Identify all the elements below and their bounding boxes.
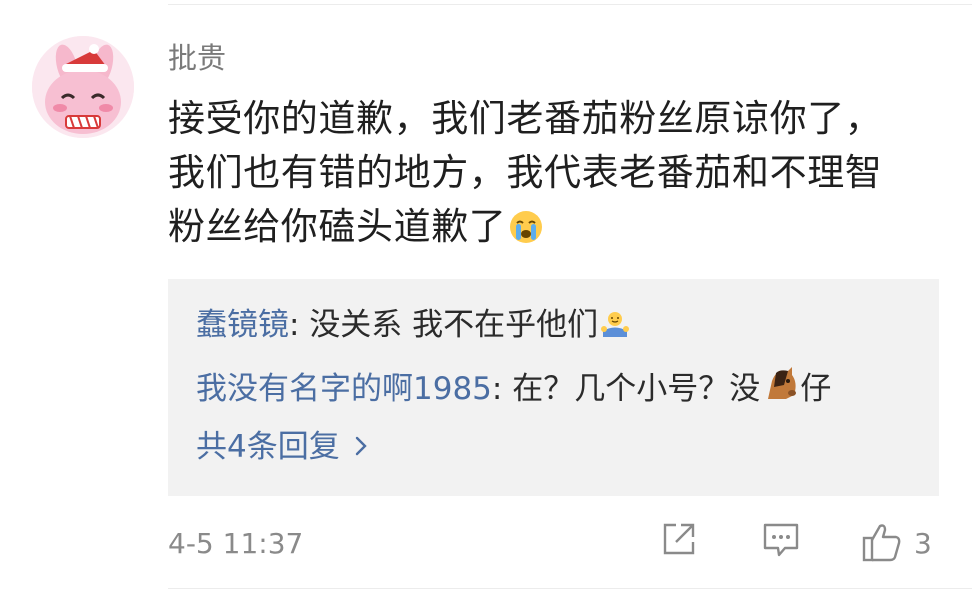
comment-line: 我们也有错的地方，我代表老番茄和不理智 <box>168 151 883 194</box>
shrug-person-icon <box>600 309 630 349</box>
reply-item[interactable]: 蠢镜镜: 没关系 我不在乎他们 <box>196 305 630 349</box>
bottom-divider <box>168 588 972 589</box>
chevron-right-icon <box>354 427 368 467</box>
reply-separator: : <box>289 307 310 343</box>
comment-icon <box>761 523 801 564</box>
like-button[interactable]: 3 <box>860 520 932 568</box>
like-count: 3 <box>914 527 932 560</box>
bunny-santa-avatar-icon <box>32 36 134 138</box>
crying-face-icon <box>508 206 544 260</box>
replies-panel: 蠢镜镜: 没关系 我不在乎他们 我没有名字的啊1985: 在？几个小号？没 仔 … <box>168 279 939 496</box>
reply-text: 在？几个小号？没 <box>512 371 761 407</box>
top-divider <box>168 4 972 5</box>
comment-line-text: 粉丝给你磕头道歉了 <box>168 205 507 248</box>
reply-author[interactable]: 我没有名字的啊1985 <box>196 371 492 407</box>
reply-author[interactable]: 蠢镜镜 <box>196 307 289 343</box>
comment-timestamp: 4-5 11:37 <box>168 527 304 560</box>
avatar[interactable] <box>32 36 134 138</box>
share-button[interactable] <box>660 520 698 562</box>
comment-username[interactable]: 批贵 <box>168 40 226 76</box>
thumbs-up-icon <box>860 520 904 568</box>
reply-item[interactable]: 我没有名字的啊1985: 在？几个小号？没 仔 <box>196 365 831 413</box>
comment-line: 接受你的道歉，我们老番茄粉丝原谅你了， <box>168 97 883 140</box>
horse-face-icon <box>762 365 800 413</box>
share-icon <box>660 523 698 562</box>
reply-button[interactable] <box>761 520 801 564</box>
reply-text-after: 仔 <box>800 371 832 407</box>
reply-text: 没关系 我不在乎他们 <box>309 307 599 343</box>
view-all-replies-link[interactable]: 共4条回复 <box>196 427 368 467</box>
reply-separator: : <box>491 371 513 407</box>
more-replies-label[interactable]: 共4条回复 <box>196 427 340 467</box>
comment-content: 接受你的道歉，我们老番茄粉丝原谅你了， 我们也有错的地方，我代表老番茄和不理智 … <box>168 92 958 260</box>
comment-line: 粉丝给你磕头道歉了 <box>168 200 958 260</box>
